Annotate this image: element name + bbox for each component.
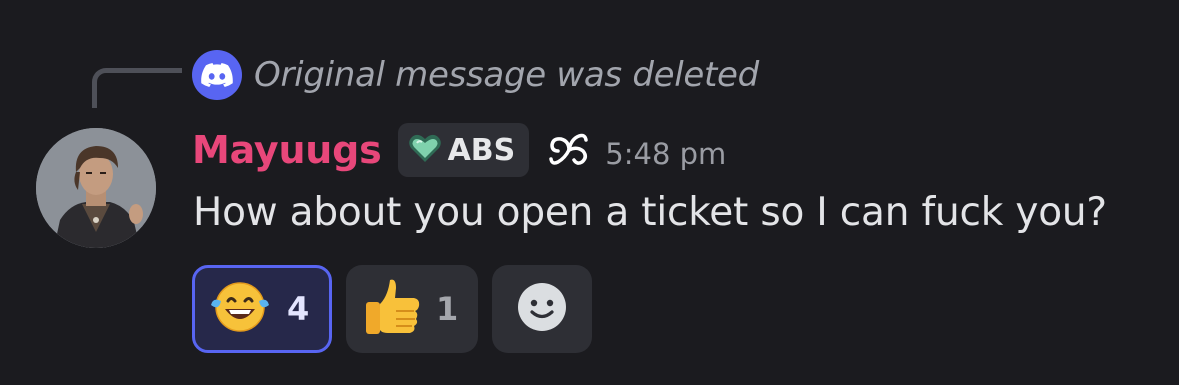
timestamp: 5:48 pm [605,137,727,171]
reply-connector [92,68,182,108]
server-tag-label: ABS [447,132,516,168]
thumbs-up-emoji-icon [362,276,424,342]
add-reaction-smile-icon [516,281,568,337]
avatar[interactable] [36,128,156,248]
chat-message-container: Original message was deleted Mayuugs ABS… [0,0,1179,385]
message-content: How about you open a ticket so I can fuc… [193,190,1107,235]
username[interactable]: Mayuugs [192,128,382,172]
message-header: Mayuugs ABS 5:48 pm [192,120,726,180]
add-reaction-button[interactable] [492,265,592,353]
reaction-thumbs-up[interactable]: 1 [346,265,478,353]
spiral-icon[interactable] [547,129,591,171]
reaction-laughing[interactable]: 4 [192,265,332,353]
discord-logo-icon [192,50,242,100]
reply-reference[interactable]: Original message was deleted [192,50,759,100]
heart-icon [408,133,442,167]
reply-deleted-text: Original message was deleted [254,55,759,95]
reaction-count: 1 [436,290,459,328]
reactions-bar: 4 1 [192,265,592,353]
server-tag[interactable]: ABS [397,123,530,177]
reaction-count: 4 [287,290,310,328]
laughing-tears-emoji-icon [209,279,271,339]
